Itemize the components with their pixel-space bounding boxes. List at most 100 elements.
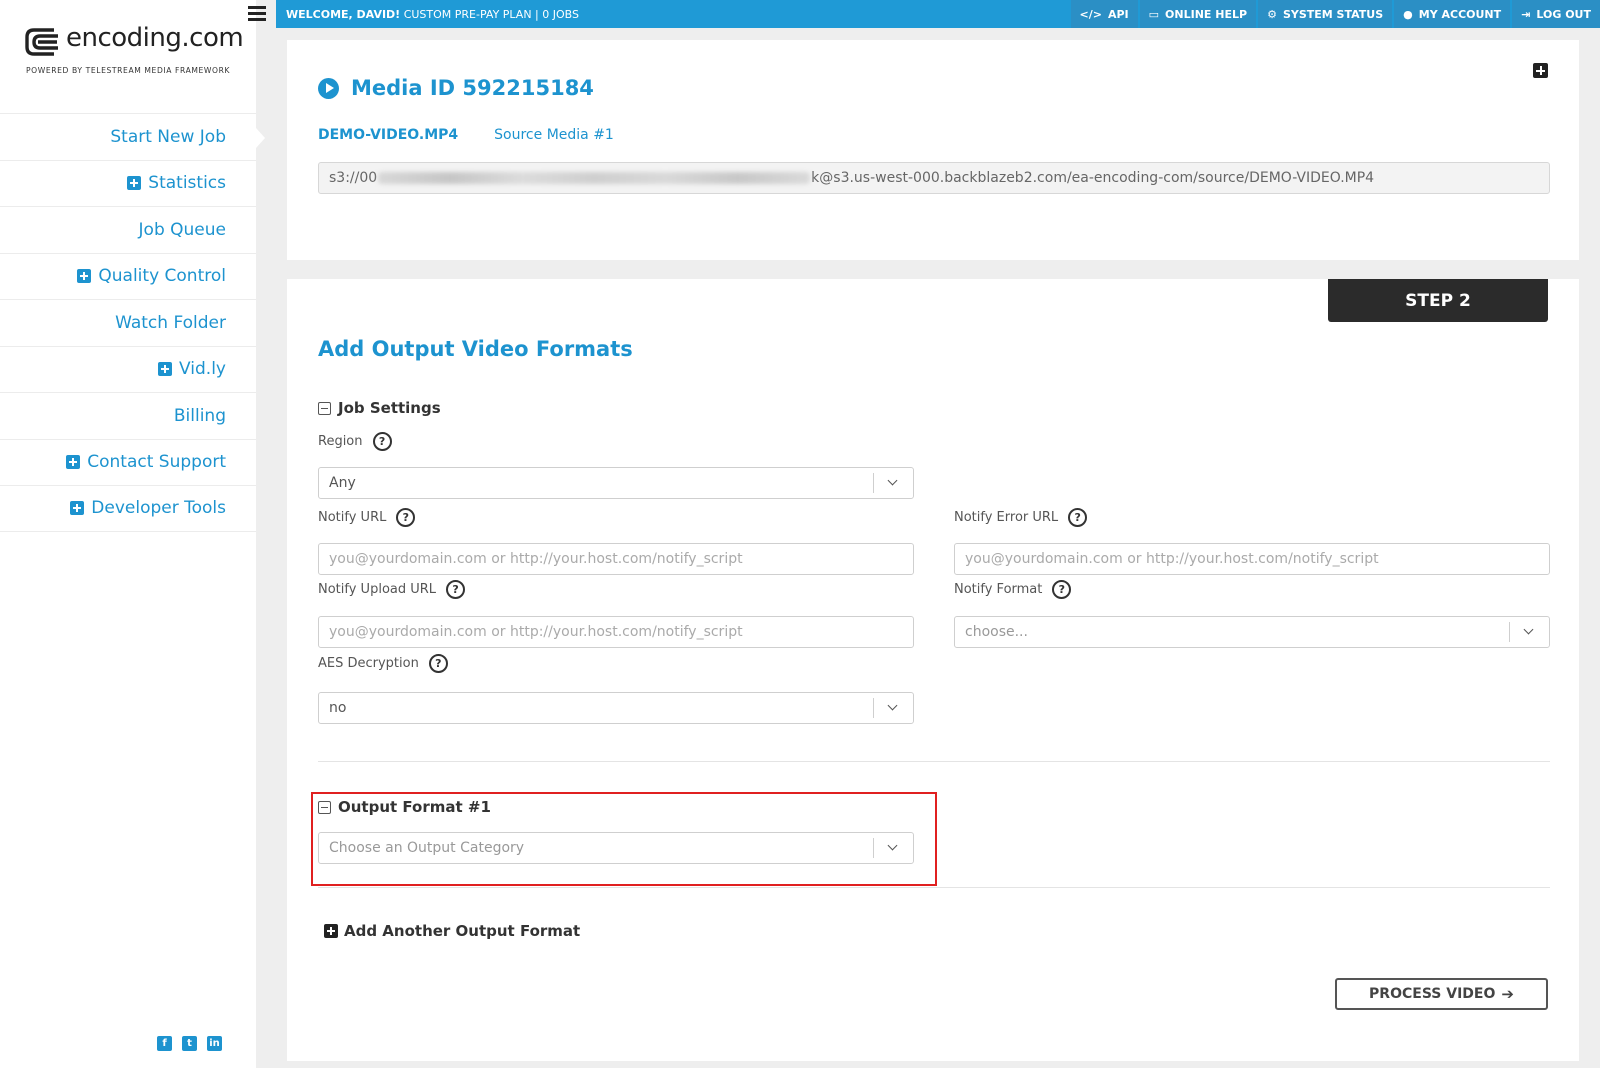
output-category-placeholder: Choose an Output Category — [329, 840, 525, 856]
hamburger-menu-icon[interactable] — [248, 6, 266, 22]
minus-square-icon — [318, 401, 331, 415]
sidebar-item-statistics[interactable]: Statistics — [0, 159, 256, 207]
online-help-link[interactable]: ▭ ONLINE HELP — [1139, 0, 1257, 28]
job-settings-heading: Job Settings — [338, 399, 441, 417]
sidebar-item-label: Start New Job — [110, 126, 226, 147]
add-output-format-button[interactable]: Add Another Output Format — [324, 922, 580, 940]
step-badge: STEP 2 — [1328, 279, 1548, 322]
api-link[interactable]: </> API — [1070, 0, 1138, 28]
notify-upload-url-input[interactable]: you@yourdomain.com or http://your.host.c… — [318, 616, 914, 648]
notify-error-url-label: Notify Error URL ? — [954, 508, 1088, 527]
plus-square-icon — [70, 501, 85, 516]
region-label: Region ? — [318, 432, 392, 451]
sidebar-item-watch-folder[interactable]: Watch Folder — [0, 299, 256, 346]
help-icon[interactable]: ? — [372, 432, 392, 451]
aes-decryption-select[interactable]: no — [318, 692, 914, 724]
sidebar-item-label: Quality Control — [98, 266, 226, 287]
notify-upload-label-text: Notify Upload URL — [318, 582, 437, 597]
arrow-right-icon: ➔ — [1501, 985, 1514, 1003]
sidebar-item-developer-tools[interactable]: Developer Tools — [0, 485, 256, 532]
log-out-link[interactable]: ⇥ LOG OUT — [1512, 0, 1600, 28]
system-status-link[interactable]: ⚙ SYSTEM STATUS — [1258, 0, 1393, 28]
sidebar-item-label: Vid.ly — [179, 359, 226, 380]
path-prefix: s3://00 — [329, 170, 378, 186]
welcome-user: WELCOME, DAVID! — [286, 7, 401, 21]
log-out-label: LOG OUT — [1536, 7, 1591, 21]
sidebar-item-start-new-job[interactable]: Start New Job — [0, 113, 256, 160]
sidebar-nav: Start New Job Statistics Job Queue Quali… — [0, 113, 256, 532]
chevron-down-icon — [1509, 622, 1549, 642]
divider — [318, 761, 1550, 762]
sidebar-item-label: Watch Folder — [115, 312, 226, 333]
output-format-heading: Output Format #1 — [338, 798, 491, 816]
plus-square-icon — [77, 269, 92, 284]
sidebar-item-billing[interactable]: Billing — [0, 392, 256, 439]
redacted-credentials — [378, 172, 811, 184]
sidebar-item-quality-control[interactable]: Quality Control — [0, 252, 256, 300]
plus-square-icon — [324, 924, 338, 938]
media-card: Media ID 592215184 DEMO-VIDEO.MP4 Source… — [287, 40, 1579, 260]
divider — [318, 887, 1550, 888]
system-status-label: SYSTEM STATUS — [1282, 7, 1384, 21]
sidebar-item-label: Statistics — [148, 173, 226, 194]
help-icon[interactable]: ? — [1068, 508, 1088, 527]
brand-logo[interactable]: encoding.com POWERED BY TELESTREAM MEDIA… — [24, 23, 244, 78]
help-icon[interactable]: ? — [428, 654, 448, 673]
chevron-down-icon — [873, 698, 913, 718]
twitter-icon[interactable]: t — [182, 1036, 197, 1051]
notify-format-label-text: Notify Format — [954, 582, 1043, 597]
section-title: Add Output Video Formats — [318, 337, 633, 361]
region-select[interactable]: Any — [318, 467, 914, 499]
region-value: Any — [329, 475, 356, 491]
plus-square-icon — [158, 362, 173, 377]
my-account-label: MY ACCOUNT — [1418, 7, 1502, 21]
sidebar-item-job-queue[interactable]: Job Queue — [0, 206, 256, 253]
sidebar-item-label: Contact Support — [87, 452, 226, 473]
brand-tagline: POWERED BY TELESTREAM MEDIA FRAMEWORK — [26, 66, 231, 75]
top-bar: WELCOME, DAVID! CUSTOM PRE-PAY PLAN | 0 … — [276, 0, 1600, 28]
output-format-toggle[interactable]: Output Format #1 — [318, 798, 491, 816]
active-nav-pointer — [256, 128, 265, 148]
source-media-link[interactable]: Source Media #1 — [494, 127, 614, 143]
code-icon: </> — [1079, 7, 1102, 21]
monitor-icon: ▭ — [1148, 7, 1160, 21]
sidebar-item-contact-support[interactable]: Contact Support — [0, 438, 256, 486]
facebook-icon[interactable]: f — [157, 1036, 172, 1051]
sidebar-item-vidly[interactable]: Vid.ly — [0, 345, 256, 393]
aes-value: no — [329, 700, 347, 716]
sidebar-item-label: Billing — [173, 405, 226, 426]
gears-icon: ⚙ — [1267, 7, 1277, 21]
logout-icon: ⇥ — [1521, 7, 1531, 21]
source-path-field[interactable]: s3://00 k@s3.us-west-000.backblazeb2.com/… — [318, 162, 1550, 194]
chevron-down-icon — [873, 838, 913, 858]
expand-icon[interactable] — [1533, 63, 1548, 78]
my-account-link[interactable]: ● MY ACCOUNT — [1394, 0, 1511, 28]
chevron-down-icon — [873, 473, 913, 493]
linkedin-icon[interactable]: in — [207, 1036, 222, 1051]
notify-format-placeholder: choose... — [965, 624, 1028, 640]
notify-url-input[interactable]: you@yourdomain.com or http://your.host.c… — [318, 543, 914, 575]
notify-error-label-text: Notify Error URL — [954, 510, 1059, 525]
help-icon[interactable]: ? — [446, 580, 466, 599]
notify-error-url-input[interactable]: you@yourdomain.com or http://your.host.c… — [954, 543, 1550, 575]
file-tabs: DEMO-VIDEO.MP4 Source Media #1 — [318, 127, 614, 143]
play-icon[interactable] — [318, 77, 339, 99]
top-links: </> API ▭ ONLINE HELP ⚙ SYSTEM STATUS ● … — [1069, 0, 1600, 28]
process-video-button[interactable]: PROCESS VIDEO ➔ — [1335, 978, 1548, 1010]
notify-format-label: Notify Format ? — [954, 580, 1072, 599]
output-category-select[interactable]: Choose an Output Category — [318, 832, 914, 864]
plus-square-icon — [127, 176, 142, 191]
plus-square-icon — [66, 455, 81, 470]
job-settings-toggle[interactable]: Job Settings — [318, 399, 441, 417]
notify-url-label-text: Notify URL — [318, 510, 387, 525]
sidebar-item-label: Job Queue — [138, 219, 226, 240]
separator: | — [531, 7, 543, 21]
aes-label-text: AES Decryption — [318, 656, 419, 671]
notify-url-label: Notify URL ? — [318, 508, 416, 527]
help-icon[interactable]: ? — [1052, 580, 1072, 599]
notify-format-select[interactable]: choose... — [954, 616, 1550, 648]
file-name: DEMO-VIDEO.MP4 — [318, 127, 459, 143]
notify-upload-url-label: Notify Upload URL ? — [318, 580, 466, 599]
sidebar: encoding.com POWERED BY TELESTREAM MEDIA… — [0, 0, 256, 1068]
help-icon[interactable]: ? — [396, 508, 416, 527]
